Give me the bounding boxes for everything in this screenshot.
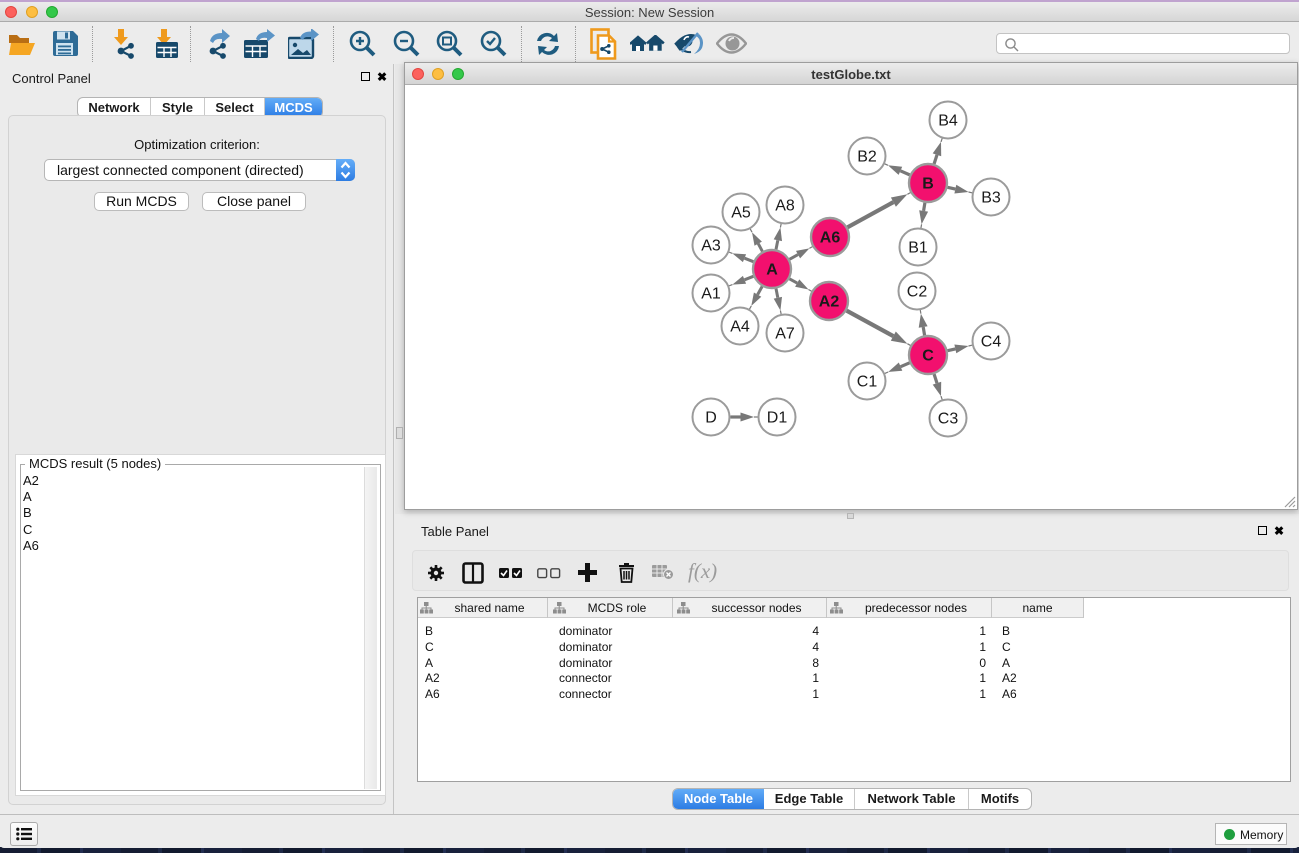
svg-text:C2: C2 [907, 284, 928, 301]
svg-text:A6: A6 [820, 230, 841, 247]
svg-text:A3: A3 [701, 238, 721, 255]
svg-text:B3: B3 [981, 190, 1001, 207]
svg-text:A1: A1 [701, 286, 721, 303]
svg-text:A2: A2 [819, 294, 840, 311]
svg-text:C4: C4 [981, 334, 1002, 351]
svg-text:A4: A4 [730, 319, 750, 336]
svg-text:B: B [922, 176, 934, 193]
svg-text:A5: A5 [731, 205, 751, 222]
svg-text:D: D [705, 410, 717, 427]
svg-text:A8: A8 [775, 198, 795, 215]
svg-text:B2: B2 [857, 149, 877, 166]
svg-text:D1: D1 [767, 410, 788, 427]
svg-text:A: A [766, 262, 778, 279]
svg-text:C1: C1 [857, 374, 878, 391]
svg-text:B1: B1 [908, 240, 928, 257]
svg-text:C: C [922, 348, 934, 365]
svg-text:C3: C3 [938, 411, 959, 428]
svg-text:B4: B4 [938, 113, 958, 130]
svg-text:A7: A7 [775, 326, 795, 343]
